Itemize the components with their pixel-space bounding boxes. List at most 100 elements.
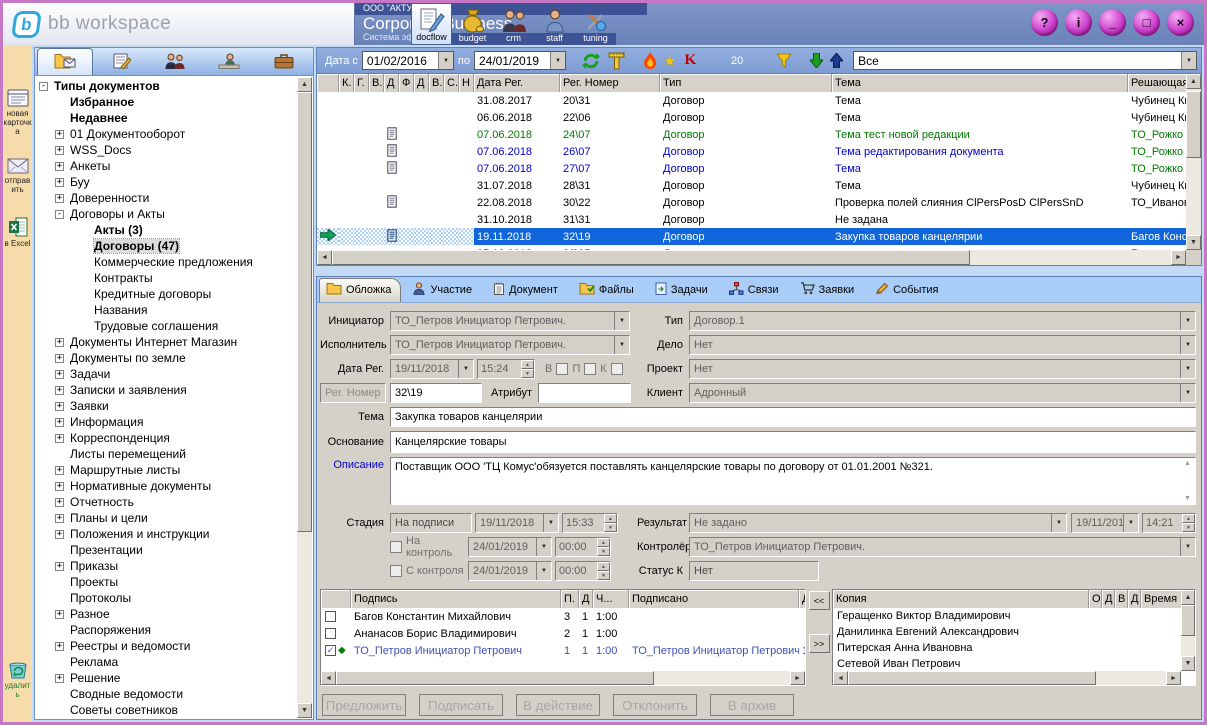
spin-down-icon[interactable]: ▼ bbox=[597, 571, 610, 580]
action-excel[interactable]: в Excel bbox=[3, 217, 32, 249]
column-header[interactable]: Подпись bbox=[351, 590, 561, 608]
module-budget[interactable]: budget bbox=[452, 3, 493, 45]
expand-icon[interactable]: + bbox=[55, 498, 64, 507]
chevron-down-icon[interactable]: ▼ bbox=[543, 514, 558, 532]
nav-tab-people[interactable] bbox=[148, 49, 202, 75]
module-staff[interactable]: staff bbox=[534, 3, 575, 45]
module-docflow[interactable]: docflow bbox=[411, 3, 452, 45]
scroll-up-icon[interactable]: ▲ bbox=[1181, 590, 1195, 605]
stage-date-picker[interactable]: 19/11/2018 ▼ bbox=[475, 513, 559, 533]
offcontrol-date-picker[interactable]: 24/01/2019 ▼ bbox=[468, 561, 552, 581]
card-tab-events[interactable]: События bbox=[869, 279, 947, 302]
view-filter-select[interactable]: Все ▼ bbox=[853, 51, 1197, 70]
expand-icon[interactable]: + bbox=[55, 386, 64, 395]
offcontrol-time-spinner[interactable]: 00:00 ▲▼ bbox=[555, 561, 611, 581]
workflow-button[interactable]: В действие bbox=[516, 694, 600, 716]
tree-item[interactable]: +01 Документооборот bbox=[37, 126, 296, 142]
expand-icon[interactable]: + bbox=[55, 466, 64, 475]
chevron-down-icon[interactable]: ▼ bbox=[1123, 514, 1138, 532]
workflow-button[interactable]: В архив bbox=[710, 694, 794, 716]
tree-item[interactable]: Избранное bbox=[37, 94, 296, 110]
arrow-down-icon[interactable] bbox=[810, 53, 823, 68]
tree-item[interactable]: +Нормативные документы bbox=[37, 478, 296, 494]
tree-item[interactable]: Распоряжения bbox=[37, 622, 296, 638]
scroll-down-icon[interactable]: ▼ bbox=[297, 703, 312, 718]
module-crm[interactable]: crm bbox=[493, 3, 534, 45]
expand-icon[interactable]: + bbox=[55, 354, 64, 363]
tree-item[interactable]: +Решение bbox=[37, 670, 296, 686]
chevron-down-icon[interactable]: ▼ bbox=[1051, 514, 1066, 532]
column-header[interactable]: Тема bbox=[832, 74, 1128, 92]
copies-vscrollbar[interactable]: ▲ ▼ bbox=[1181, 590, 1195, 671]
expand-icon[interactable]: + bbox=[55, 514, 64, 523]
minimize-button[interactable]: _ bbox=[1099, 9, 1126, 36]
tree-item[interactable]: +Заявки bbox=[37, 398, 296, 414]
date-from-picker[interactable]: 01/02/2016 ▼ bbox=[362, 51, 454, 70]
column-header[interactable]: Д bbox=[799, 590, 806, 608]
regnum-value[interactable]: 32\19 bbox=[390, 383, 482, 403]
chevron-down-icon[interactable]: ▼ bbox=[1181, 52, 1196, 69]
scroll-left-icon[interactable]: ◄ bbox=[317, 250, 332, 265]
flag-checkbox-П[interactable] bbox=[584, 363, 596, 375]
nav-tab-persondesk[interactable] bbox=[202, 49, 256, 75]
column-header[interactable]: Д bbox=[1102, 590, 1115, 608]
regdate-picker[interactable]: 19/11/2018 ▼ bbox=[390, 359, 474, 379]
tree-item[interactable]: +Отчетность bbox=[37, 494, 296, 510]
card-tab-doc[interactable]: Документ bbox=[487, 279, 567, 302]
action-send[interactable]: отправить bbox=[3, 158, 32, 195]
column-header[interactable]: В. bbox=[429, 74, 444, 92]
description-textarea[interactable]: Поставщик ООО 'ТЦ Комус'обязуется постав… bbox=[390, 457, 1196, 505]
column-header[interactable]: В bbox=[1115, 590, 1128, 608]
tree-item[interactable]: Протоколы bbox=[37, 590, 296, 606]
expand-icon[interactable]: + bbox=[55, 130, 64, 139]
tree-item[interactable]: +Буу bbox=[37, 174, 296, 190]
scroll-right-icon[interactable]: ► bbox=[790, 671, 805, 685]
arrow-up-icon[interactable] bbox=[830, 53, 843, 68]
scroll-thumb[interactable] bbox=[1186, 91, 1201, 158]
client-select[interactable]: Адронный ▼ bbox=[689, 383, 1196, 403]
oncontrol-checkbox[interactable] bbox=[390, 541, 402, 553]
spin-down-icon[interactable]: ▼ bbox=[597, 547, 610, 556]
tree-item[interactable]: Листы перемещений bbox=[37, 446, 296, 462]
panel-splitter[interactable] bbox=[316, 266, 1202, 276]
scroll-thumb[interactable] bbox=[336, 671, 654, 685]
theme-input[interactable]: Закупка товаров канцелярии bbox=[390, 407, 1196, 427]
chevron-down-icon[interactable]: ▼ bbox=[438, 52, 453, 69]
spin-down-icon[interactable]: ▼ bbox=[1182, 523, 1195, 532]
table-horizontal-scrollbar[interactable]: ◄ ► bbox=[317, 250, 1186, 265]
column-header[interactable]: Копия bbox=[833, 590, 1089, 608]
spin-down-icon[interactable]: ▼ bbox=[604, 523, 617, 532]
column-header[interactable]: Ч... bbox=[593, 590, 629, 608]
column-header[interactable]: К. bbox=[339, 74, 354, 92]
collapse-icon[interactable]: - bbox=[55, 210, 64, 219]
expand-icon[interactable]: + bbox=[55, 642, 64, 651]
info-button[interactable]: i bbox=[1065, 9, 1092, 36]
tree-item[interactable]: +Анкеты bbox=[37, 158, 296, 174]
column-header[interactable]: Время bbox=[1141, 590, 1181, 608]
document-row[interactable]: 07.06.201827\07ДоговорТемаТО_Рожко bbox=[317, 160, 1186, 177]
oncontrol-date-picker[interactable]: 24/01/2019 ▼ bbox=[468, 537, 552, 557]
expand-icon[interactable]: + bbox=[55, 402, 64, 411]
tree-item[interactable]: Акты (3) bbox=[37, 222, 296, 238]
tree-item[interactable]: -Договоры и Акты bbox=[37, 206, 296, 222]
refresh-icon[interactable] bbox=[582, 52, 600, 70]
nav-tab-case[interactable] bbox=[257, 49, 311, 75]
card-tab-files[interactable]: Файлы bbox=[573, 279, 643, 302]
column-header[interactable]: Д bbox=[579, 590, 593, 608]
signatures-hscrollbar[interactable]: ◄ ► bbox=[321, 671, 805, 685]
module-tuning[interactable]: tuning bbox=[575, 3, 616, 45]
chevron-down-icon[interactable]: ▼ bbox=[614, 336, 629, 354]
move-right-button[interactable]: >> bbox=[809, 634, 830, 653]
column-header[interactable]: Рег. Номер bbox=[560, 74, 660, 92]
document-row[interactable]: 07.06.201824\07ДоговорТема тест новой ре… bbox=[317, 126, 1186, 143]
spin-up-icon[interactable]: ▲ bbox=[597, 562, 610, 571]
chevron-down-icon[interactable]: ▼ bbox=[1180, 384, 1195, 402]
tree-item[interactable]: +Документы по земле bbox=[37, 350, 296, 366]
column-header[interactable]: Ф bbox=[399, 74, 414, 92]
document-row[interactable]: 22.08.201830\22ДоговорПроверка полей сли… bbox=[317, 194, 1186, 211]
mini-scroll-icons[interactable]: ▲▼ bbox=[1181, 459, 1194, 503]
tree-item[interactable]: +WSS_Docs bbox=[37, 142, 296, 158]
scroll-thumb[interactable] bbox=[848, 671, 1096, 685]
tree-item[interactable]: +Планы и цели bbox=[37, 510, 296, 526]
action-newcard[interactable]: новая карточка bbox=[3, 89, 32, 136]
